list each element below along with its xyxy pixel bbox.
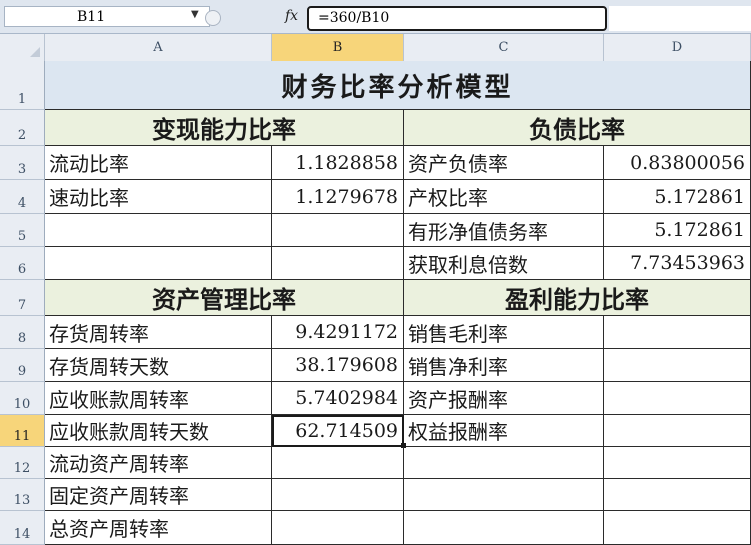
cell-d12[interactable] <box>604 447 751 479</box>
row-header-3[interactable]: 3 <box>0 146 45 180</box>
cell-a4[interactable]: 速动比率 <box>45 180 272 214</box>
cell-d8[interactable] <box>604 316 751 349</box>
fx-icon[interactable]: fx <box>285 8 298 24</box>
cell-a11[interactable]: 应收账款周转天数 <box>45 415 272 447</box>
row-header-6[interactable]: 6 <box>0 247 45 280</box>
cell-b3[interactable]: 1.1828858 <box>272 146 404 180</box>
cell-c14[interactable] <box>404 511 604 545</box>
row-number: 2 <box>17 128 27 143</box>
cell-a9[interactable]: 存货周转天数 <box>45 349 272 382</box>
row-header-4[interactable]: 4 <box>0 180 45 214</box>
column-header-b[interactable]: B <box>272 34 404 61</box>
name-box[interactable]: B11 ▼ <box>4 6 221 27</box>
row-header-9[interactable]: 9 <box>0 349 45 382</box>
formula-bar: B11 ▼ fx =360/B10 <box>0 0 751 34</box>
section-header-debt[interactable]: 负债比率 <box>404 110 751 146</box>
cell-d10[interactable] <box>604 382 751 415</box>
cell-a8[interactable]: 存货周转率 <box>45 316 272 349</box>
cell-a6[interactable] <box>45 247 272 280</box>
row-header-7[interactable]: 7 <box>0 280 45 316</box>
cell-c4[interactable]: 产权比率 <box>404 180 604 214</box>
row-number: 6 <box>17 262 27 277</box>
cell-d13[interactable] <box>604 479 751 511</box>
cell-c8[interactable]: 销售毛利率 <box>404 316 604 349</box>
cell-c9[interactable]: 销售净利率 <box>404 349 604 382</box>
sheet-title[interactable]: 财务比率分析模型 <box>45 61 751 110</box>
row-header-2[interactable]: 2 <box>0 110 45 146</box>
cell-a10[interactable]: 应收账款周转率 <box>45 382 272 415</box>
select-all-corner[interactable] <box>0 34 45 61</box>
row-number: 13 <box>13 493 31 508</box>
formula-text: =360/B10 <box>318 10 390 26</box>
row-number: 12 <box>13 461 31 476</box>
row-header-14[interactable]: 14 <box>0 511 45 545</box>
row-header-11[interactable]: 11 <box>0 415 45 447</box>
row-header-10[interactable]: 10 <box>0 382 45 415</box>
chevron-down-icon[interactable]: ▼ <box>191 9 199 20</box>
column-header-row: A B C D <box>0 34 751 62</box>
cell-d4[interactable]: 5.172861 <box>604 180 751 214</box>
cell-a3[interactable]: 流动比率 <box>45 146 272 180</box>
row-header-1[interactable]: 1 <box>0 61 45 110</box>
row-header-8[interactable]: 8 <box>0 316 45 349</box>
section-header-asset-management[interactable]: 资产管理比率 <box>45 280 404 316</box>
cell-b13[interactable] <box>272 479 404 511</box>
cell-a13[interactable]: 固定资产周转率 <box>45 479 272 511</box>
row-header-13[interactable]: 13 <box>0 479 45 511</box>
cell-b4[interactable]: 1.1279678 <box>272 180 404 214</box>
formula-input-extension[interactable] <box>609 6 751 31</box>
cell-a5[interactable] <box>45 214 272 247</box>
column-header-c[interactable]: C <box>404 34 604 61</box>
row-number: 3 <box>17 162 27 177</box>
row-number: 1 <box>17 92 27 107</box>
formula-input[interactable]: =360/B10 <box>307 6 607 31</box>
select-all-icon <box>30 47 40 57</box>
name-box-value: B11 <box>77 9 106 25</box>
cell-b8[interactable]: 9.4291172 <box>272 316 404 349</box>
section-header-liquidity[interactable]: 变现能力比率 <box>45 110 404 146</box>
row-number: 7 <box>17 298 27 313</box>
cell-b9[interactable]: 38.179608 <box>272 349 404 382</box>
row-number: 4 <box>17 196 27 211</box>
cell-d5[interactable]: 5.172861 <box>604 214 751 247</box>
cell-c12[interactable] <box>404 447 604 479</box>
row-header-12[interactable]: 12 <box>0 447 45 479</box>
section-header-profitability[interactable]: 盈利能力比率 <box>404 280 751 316</box>
cell-b12[interactable] <box>272 447 404 479</box>
column-header-d[interactable]: D <box>604 34 751 61</box>
row-number: 5 <box>17 229 27 244</box>
cell-b6[interactable] <box>272 247 404 280</box>
cell-d6[interactable]: 7.73453963 <box>604 247 751 280</box>
cell-d11[interactable] <box>604 415 751 447</box>
cell-c6[interactable]: 获取利息倍数 <box>404 247 604 280</box>
row-number: 10 <box>13 397 31 412</box>
cell-c11[interactable]: 权益报酬率 <box>404 415 604 447</box>
cell-a12[interactable]: 流动资产周转率 <box>45 447 272 479</box>
cell-a14[interactable]: 总资产周转率 <box>45 511 272 545</box>
row-header-5[interactable]: 5 <box>0 214 45 247</box>
cell-c10[interactable]: 资产报酬率 <box>404 382 604 415</box>
cell-c3[interactable]: 资产负债率 <box>404 146 604 180</box>
column-header-a[interactable]: A <box>45 34 272 61</box>
cell-d14[interactable] <box>604 511 751 545</box>
row-number: 9 <box>17 364 27 379</box>
cell-c5[interactable]: 有形净值债务率 <box>404 214 604 247</box>
cell-b10[interactable]: 5.7402984 <box>272 382 404 415</box>
cell-b11-selected[interactable]: 62.714509 <box>272 415 404 447</box>
cell-d3[interactable]: 0.83800056 <box>604 146 751 180</box>
row-number: 11 <box>13 429 31 444</box>
cell-c13[interactable] <box>404 479 604 511</box>
cell-b14[interactable] <box>272 511 404 545</box>
row-number: 8 <box>17 331 27 346</box>
row-number: 14 <box>13 527 31 542</box>
cell-d9[interactable] <box>604 349 751 382</box>
cell-b5[interactable] <box>272 214 404 247</box>
cancel-circle-icon[interactable] <box>205 10 221 26</box>
